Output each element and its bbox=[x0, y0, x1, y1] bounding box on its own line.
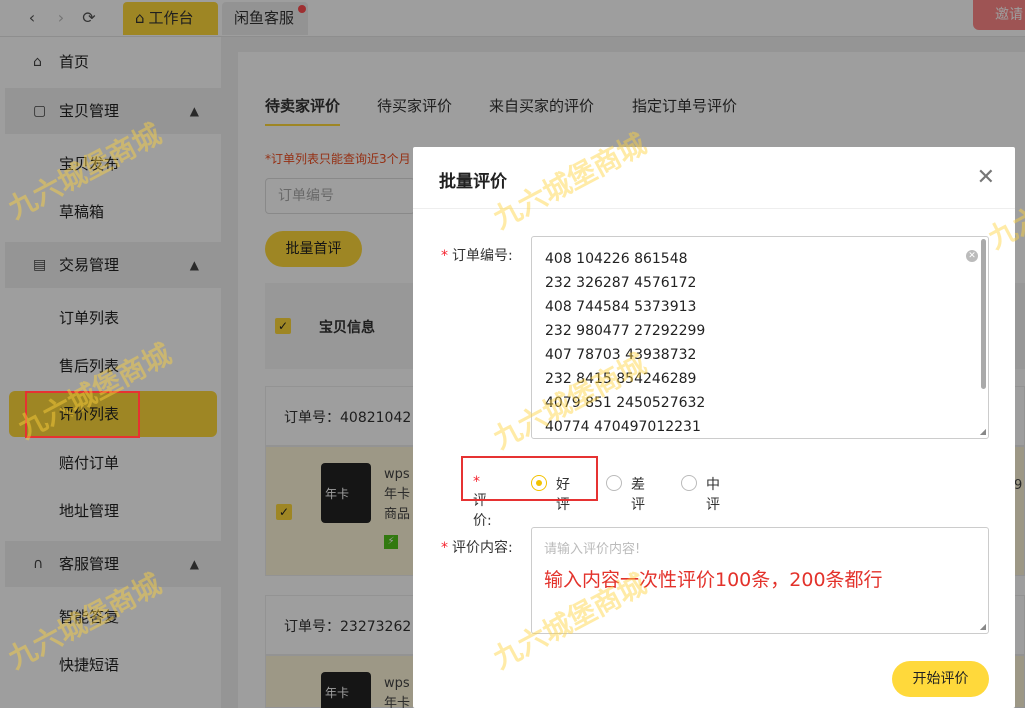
resize-handle-icon[interactable]: ◢ bbox=[980, 622, 986, 631]
highlight-box-rating bbox=[461, 456, 598, 501]
order-line: 232 8415 854246289 bbox=[545, 371, 697, 387]
label-text: 评价内容: bbox=[452, 540, 513, 556]
order-number-field-label: * 订单编号: bbox=[441, 248, 513, 264]
order-numbers-textarea[interactable]: 408 104226 861548 232 326287 4576172 408… bbox=[531, 236, 989, 439]
rating-radio-neutral[interactable] bbox=[681, 475, 697, 491]
close-icon[interactable]: ✕ bbox=[977, 165, 995, 190]
label-text: 订单编号: bbox=[452, 248, 513, 264]
content-field-label: * 评价内容: bbox=[441, 540, 513, 556]
start-review-button[interactable]: 开始评价 bbox=[892, 661, 989, 697]
dialog-title: 批量评价 bbox=[439, 172, 507, 192]
order-line: 40774 470497012231 bbox=[545, 419, 701, 435]
rating-option-neutral[interactable]: 中评 bbox=[706, 474, 720, 514]
highlight-box-reviews bbox=[25, 391, 140, 438]
batch-review-dialog: 批量评价 ✕ * 订单编号: 408 104226 861548 232 3262… bbox=[413, 147, 1015, 708]
order-line: 407 78703 43938732 bbox=[545, 347, 697, 363]
order-line: 4079 851 2450527632 bbox=[545, 395, 706, 411]
order-line: 408 104226 861548 bbox=[545, 251, 688, 267]
clear-icon[interactable]: ✕ bbox=[966, 250, 978, 262]
scrollbar[interactable] bbox=[981, 239, 986, 389]
content-placeholder: 请输入评价内容! bbox=[544, 542, 641, 557]
annotation-text: 输入内容一次性评价100条，200条都行 bbox=[544, 569, 883, 591]
rating-radio-bad[interactable] bbox=[606, 475, 622, 491]
review-content-textarea[interactable]: 请输入评价内容! 输入内容一次性评价100条，200条都行 ◢ bbox=[531, 527, 989, 634]
order-line: 408 744584 5373913 bbox=[545, 299, 697, 315]
order-line: 232 326287 4576172 bbox=[545, 275, 697, 291]
rating-option-bad[interactable]: 差评 bbox=[631, 474, 645, 514]
resize-handle-icon[interactable]: ◢ bbox=[980, 427, 986, 436]
divider bbox=[413, 208, 1015, 209]
order-line: 232 980477 27292299 bbox=[545, 323, 706, 339]
